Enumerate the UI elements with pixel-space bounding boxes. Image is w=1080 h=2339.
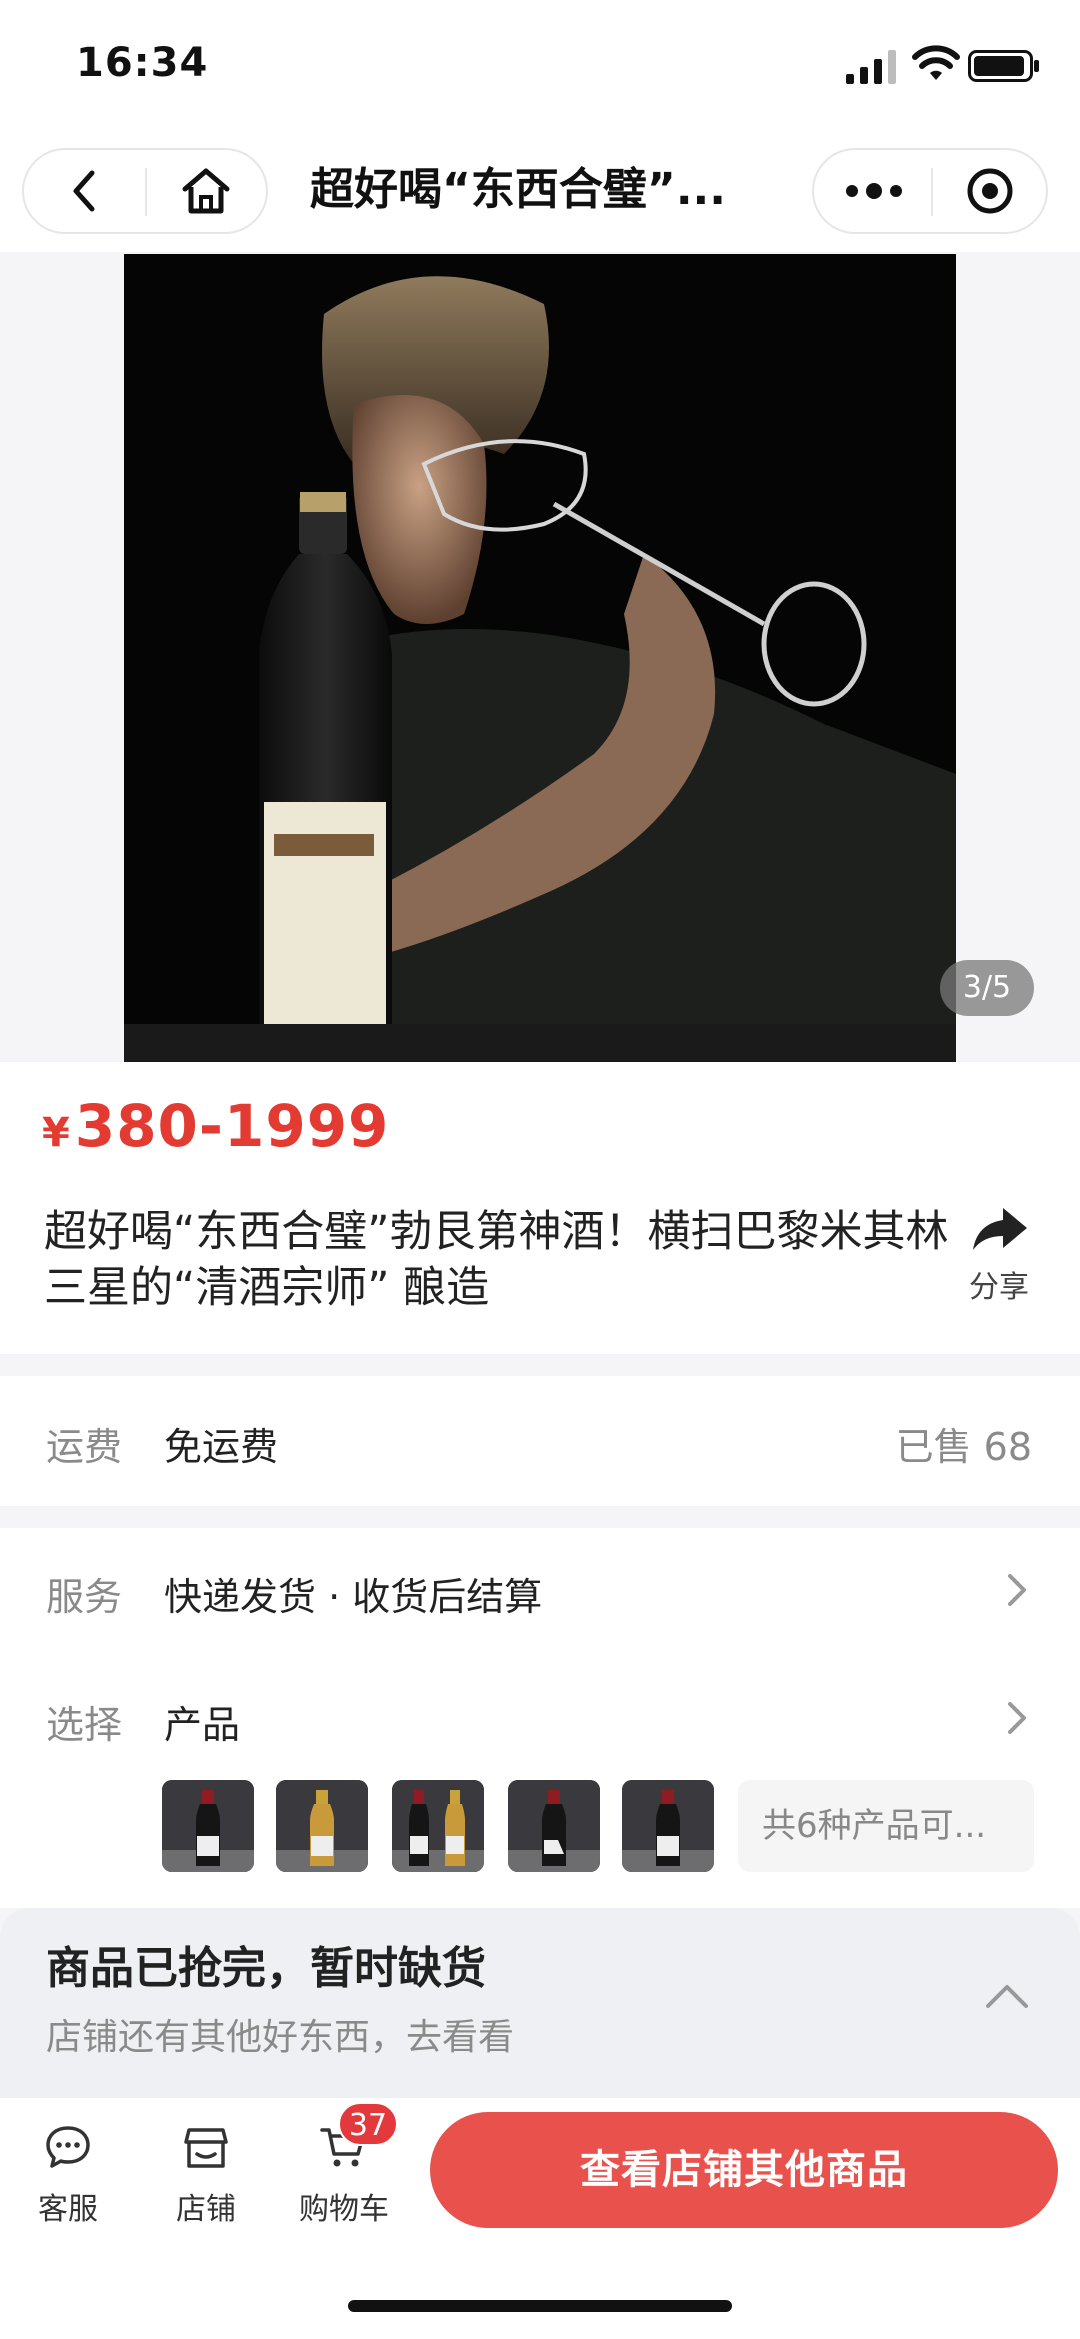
view-store-products-button[interactable]: 查看店铺其他商品 xyxy=(430,2112,1058,2228)
tab-store[interactable]: 店铺 xyxy=(146,2124,266,2228)
variant-thumbnail[interactable] xyxy=(622,1780,714,1872)
variant-thumbnail[interactable] xyxy=(508,1780,600,1872)
status-time: 16:34 xyxy=(76,40,209,86)
home-icon xyxy=(182,168,230,214)
store-icon xyxy=(184,2128,228,2168)
shipping-label: 运费 xyxy=(46,1425,123,1469)
more-dots-icon xyxy=(846,183,902,199)
close-miniprogram-button[interactable] xyxy=(948,160,1032,222)
currency-symbol: ¥ xyxy=(42,1110,71,1156)
tab-label: 店铺 xyxy=(176,2192,236,2227)
battery-icon xyxy=(968,50,1039,82)
cellular-signal-icon xyxy=(846,50,896,84)
chevron-right-icon xyxy=(1008,1574,1026,1606)
service-row[interactable]: 服务 快递发货 · 收货后结算 xyxy=(0,1540,1080,1640)
back-button[interactable] xyxy=(44,160,124,222)
tab-label: 购物车 xyxy=(299,2192,389,2227)
nav-right-capsule xyxy=(812,148,1048,234)
capsule-divider xyxy=(931,168,933,216)
sold-out-subtitle[interactable]: 店铺还有其他好东西，去看看 xyxy=(46,2008,514,2060)
product-title: 超好喝“东西合璧”勃艮第神酒！横扫巴黎米其林三星的“清酒宗师” 酿造 xyxy=(44,1207,949,1313)
service-label: 服务 xyxy=(46,1575,123,1619)
chat-icon xyxy=(46,2126,90,2168)
chevron-left-icon xyxy=(73,170,95,212)
select-row[interactable]: 选择 产品 xyxy=(0,1668,1080,1768)
variant-thumbnail[interactable] xyxy=(276,1780,368,1872)
image-counter: 3/5 xyxy=(940,960,1034,1016)
nav-left-capsule xyxy=(22,148,268,234)
select-value: 产品 xyxy=(164,1703,241,1747)
price: ¥380-1999 xyxy=(42,1092,389,1160)
status-bar: 16:34 xyxy=(0,0,1080,140)
select-label: 选择 xyxy=(46,1703,123,1747)
chevron-up-icon[interactable] xyxy=(984,1980,1030,2010)
home-button[interactable] xyxy=(166,160,246,222)
home-indicator xyxy=(348,2300,732,2312)
more-button[interactable] xyxy=(832,160,916,222)
bottle-thumbnail-image xyxy=(392,1780,484,1872)
target-circle-icon xyxy=(967,168,1013,214)
share-arrow-icon xyxy=(973,1208,1027,1250)
service-value: 快递发货 · 收货后结算 xyxy=(164,1575,543,1619)
sold-out-title: 商品已抢完，暂时缺货 xyxy=(46,1943,486,1994)
capsule-divider xyxy=(145,168,147,216)
tab-label: 客服 xyxy=(38,2192,98,2227)
variant-thumbnail[interactable] xyxy=(162,1780,254,1872)
product-image[interactable] xyxy=(124,254,956,1062)
share-button[interactable]: 分享 xyxy=(962,1206,1036,1306)
chevron-right-icon xyxy=(1008,1702,1026,1734)
more-variants-button[interactable]: 共6种产品可... xyxy=(738,1780,1034,1872)
price-range: 380-1999 xyxy=(74,1092,390,1160)
wifi-icon xyxy=(912,45,960,80)
tab-customer-service[interactable]: 客服 xyxy=(8,2124,128,2228)
share-label: 分享 xyxy=(969,1270,1029,1305)
variant-thumbnail[interactable] xyxy=(392,1780,484,1872)
page-title: 超好喝“东西合璧”... xyxy=(310,164,726,215)
product-photo xyxy=(124,254,956,1062)
shipping-value: 免运费 xyxy=(164,1425,279,1469)
bottle-thumbnail-image xyxy=(276,1780,368,1872)
bottle-thumbnail-image xyxy=(508,1780,600,1872)
bottle-thumbnail-image xyxy=(162,1780,254,1872)
cart-count-badge: 37 xyxy=(338,2102,398,2146)
sold-count: 已售 68 xyxy=(895,1425,1032,1469)
bottle-thumbnail-image xyxy=(622,1780,714,1872)
